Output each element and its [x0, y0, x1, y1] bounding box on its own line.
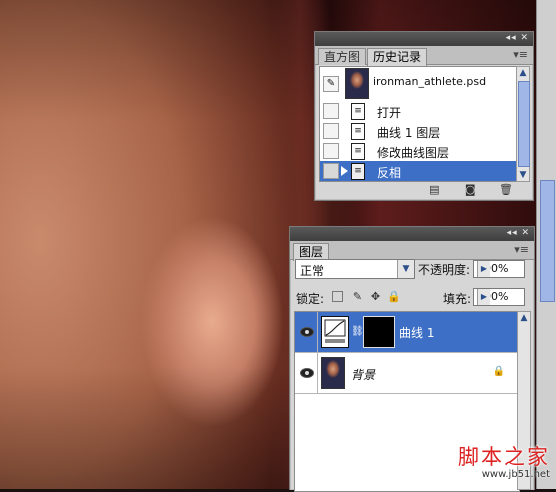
history-source-checkbox[interactable]	[323, 143, 339, 159]
scroll-up-icon[interactable]: ▲	[517, 67, 529, 79]
panel-menu-icon[interactable]: ▾≡	[514, 243, 529, 256]
history-state-icon: ≡	[351, 123, 365, 140]
history-state-label: 修改曲线图层	[377, 146, 450, 160]
tab-history[interactable]: 历史记录	[367, 48, 428, 66]
layer-row-curves[interactable]: ⛓ 曲线 1	[295, 312, 519, 353]
history-titlebar[interactable]: ◂◂ ✕	[315, 32, 533, 46]
lock-all-icon[interactable]: 🔒	[387, 291, 401, 302]
watermark-title: 脚本之家	[458, 445, 550, 469]
lock-position-move-icon[interactable]: ✥	[370, 291, 381, 302]
panel-menu-icon[interactable]: ▾≡	[513, 48, 528, 61]
watermark: 脚本之家 www.jb51.net	[430, 441, 550, 480]
visibility-eye-icon[interactable]	[297, 353, 318, 393]
history-state-icon: ≡	[351, 103, 365, 120]
background-layer-thumbnail	[321, 357, 345, 389]
tab-histogram[interactable]: 直方图	[318, 48, 367, 65]
snapshot-filename: ironman_athlete.psd	[373, 75, 487, 88]
fill-label: 填充:	[443, 292, 472, 306]
history-state-invert[interactable]: ≡ 反相	[320, 161, 518, 181]
curves-adjustment-icon[interactable]	[321, 316, 349, 348]
opacity-label: 不透明度:	[418, 263, 471, 277]
new-document-from-state-icon[interactable]: ▤	[427, 184, 441, 196]
history-panel: ◂◂ ✕ 直方图 历史记录 ▾≡ ✎ ironman_athlete.psd ≡…	[314, 31, 534, 201]
blend-mode-value: 正常	[300, 264, 325, 278]
history-state-icon: ≡	[351, 143, 365, 160]
history-source-checkbox[interactable]	[323, 123, 339, 139]
history-state-curves-layer[interactable]: ≡ 曲线 1 图层	[320, 121, 518, 141]
history-state-modify-curves[interactable]: ≡ 修改曲线图层	[320, 141, 518, 161]
history-scrollbar[interactable]: ▲ ▼	[516, 66, 530, 182]
history-state-open[interactable]: ≡ 打开	[320, 101, 518, 121]
layer-mask-thumbnail[interactable]	[363, 316, 395, 348]
mask-link-chain-icon[interactable]: ⛓	[351, 326, 364, 337]
layer-name: 曲线 1	[399, 326, 435, 340]
new-snapshot-icon[interactable]: ◙	[463, 184, 477, 196]
opacity-slider-arrow-icon[interactable]: ▶	[477, 261, 490, 277]
history-tabs: 直方图 历史记录 ▾≡	[315, 46, 533, 66]
history-list: ✎ ironman_athlete.psd ≡ 打开 ≡ 曲线 1 图层 ≡ 修…	[319, 66, 519, 182]
history-snapshot[interactable]: ✎ ironman_athlete.psd	[320, 67, 518, 99]
history-source-checkbox[interactable]	[323, 163, 339, 179]
lock-label: 锁定:	[296, 292, 325, 306]
layer-row-background[interactable]: 背景 🔒	[295, 353, 519, 394]
history-brush-icon[interactable]: ✎	[323, 76, 339, 92]
lock-pixels-brush-icon[interactable]: ✎	[352, 291, 363, 302]
fill-field[interactable]: 100% ▶	[473, 288, 525, 306]
history-state-icon: ≡	[351, 163, 365, 180]
history-state-label: 打开	[377, 106, 402, 120]
lock-icon: 🔒	[492, 366, 505, 377]
layers-titlebar[interactable]: ◂◂ ✕	[290, 227, 534, 241]
workspace-scrollbar[interactable]	[536, 0, 556, 489]
opacity-field[interactable]: 100% ▶	[473, 260, 525, 278]
layers-tabs: 图层 ▾≡	[290, 241, 534, 261]
workspace-scroll-thumb[interactable]	[540, 180, 555, 302]
scroll-thumb[interactable]	[518, 81, 530, 167]
watermark-url: www.jb51.net	[481, 469, 550, 480]
fill-slider-arrow-icon[interactable]: ▶	[477, 289, 490, 305]
trash-icon[interactable]: 🗑	[499, 184, 513, 196]
lock-transparency-icon[interactable]	[332, 291, 343, 302]
layer-name: 背景	[351, 368, 376, 382]
history-source-checkbox[interactable]	[323, 103, 339, 119]
history-current-marker-icon[interactable]	[341, 166, 348, 176]
history-state-label: 反相	[377, 166, 402, 180]
collapse-close-icons[interactable]: ◂◂ ✕	[507, 228, 530, 238]
history-footer: ▤ ◙ 🗑	[409, 182, 513, 196]
collapse-close-icons[interactable]: ◂◂ ✕	[506, 33, 529, 43]
blend-mode-select[interactable]: 正常 ▼	[295, 259, 415, 279]
snapshot-thumbnail	[345, 68, 369, 99]
visibility-eye-icon[interactable]	[297, 312, 318, 352]
scroll-up-icon[interactable]: ▲	[518, 312, 530, 324]
scroll-down-icon[interactable]: ▼	[517, 169, 529, 181]
history-state-label: 曲线 1 图层	[377, 126, 441, 140]
chevron-down-icon[interactable]: ▼	[397, 260, 414, 278]
